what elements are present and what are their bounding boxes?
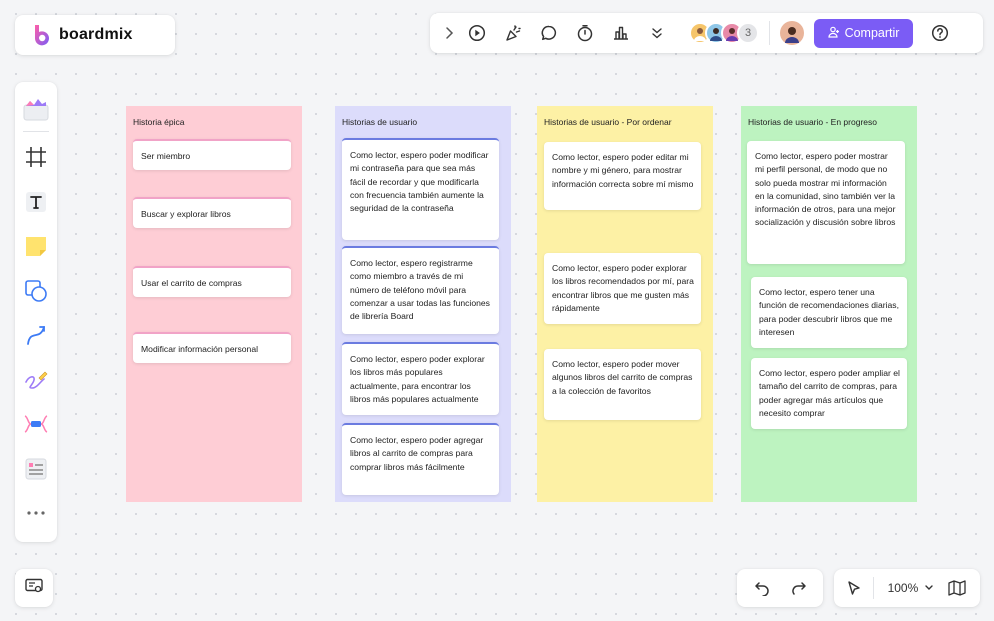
card-text: Modificar información personal [141, 344, 259, 354]
column-title: Historias de usuario - En progreso [748, 117, 877, 127]
card-text: Como lector, espero poder agregar libros… [350, 435, 484, 472]
card[interactable]: Buscar y explorar libros [133, 197, 291, 228]
share-user-icon [827, 26, 840, 41]
help-icon[interactable] [925, 18, 955, 48]
card[interactable]: Modificar información personal [133, 332, 291, 363]
card[interactable]: Usar el carrito de compras [133, 266, 291, 297]
select-cursor-icon[interactable] [842, 573, 867, 603]
column-to-sort[interactable]: Historias de usuario - Por ordenar Como … [537, 106, 713, 502]
vote-icon[interactable] [606, 18, 636, 48]
current-user-avatar[interactable] [780, 21, 804, 45]
card-text: Como lector, espero poder mover algunos … [552, 359, 693, 396]
card[interactable]: Como lector, espero tener una función de… [751, 277, 907, 348]
column-title: Historia épica [133, 117, 185, 127]
card[interactable]: Como lector, espero poder mostrar mi per… [747, 141, 905, 264]
app-name: boardmix [59, 26, 133, 43]
play-icon[interactable] [462, 18, 492, 48]
toolbar-divider [872, 577, 874, 599]
mindmap-icon[interactable] [15, 402, 57, 447]
card-text: Como lector, espero poder editar mi nomb… [552, 152, 694, 189]
list-card-icon[interactable] [15, 447, 57, 492]
redo-icon[interactable] [784, 573, 814, 603]
card[interactable]: Como lector, espero poder agregar libros… [342, 423, 499, 495]
card-text: Como lector, espero registrarme como mie… [350, 258, 490, 322]
card[interactable]: Como lector, espero poder modificar mi c… [342, 138, 499, 240]
top-toolbar: 3 Compartir [430, 13, 983, 53]
chevron-down-icon[interactable] [924, 584, 934, 592]
templates-icon[interactable] [15, 90, 57, 128]
chevron-right-icon[interactable] [441, 18, 457, 48]
card-text: Como lector, espero poder ampliar el tam… [759, 368, 900, 418]
present-icon[interactable] [25, 578, 43, 599]
card-text: Ser miembro [141, 151, 191, 161]
column-epic[interactable]: Historia épica Ser miembro Buscar y expl… [126, 106, 302, 502]
history-panel [737, 569, 823, 607]
card-text: Como lector, espero poder modificar mi c… [350, 150, 489, 214]
collaborator-avatars[interactable]: 3 [689, 22, 759, 44]
card-text: Como lector, espero poder explorar los l… [350, 354, 485, 404]
toolbar-divider [23, 131, 49, 132]
column-title: Historias de usuario [342, 117, 418, 127]
logo-panel[interactable]: boardmix [15, 15, 175, 55]
celebrate-icon[interactable] [498, 18, 528, 48]
undo-icon[interactable] [747, 573, 777, 603]
comment-icon[interactable] [534, 18, 564, 48]
card[interactable]: Como lector, espero registrarme como mie… [342, 246, 499, 334]
shape-icon[interactable] [15, 269, 57, 314]
present-panel[interactable] [15, 569, 53, 607]
connector-icon[interactable] [15, 313, 57, 358]
zoom-level[interactable]: 100% [888, 581, 919, 595]
left-toolbar [15, 82, 57, 542]
card-text: Como lector, espero poder mostrar mi per… [755, 151, 896, 228]
card-text: Como lector, espero poder explorar los l… [552, 263, 694, 313]
column-user-stories[interactable]: Historias de usuario Como lector, espero… [335, 106, 511, 502]
share-button[interactable]: Compartir [814, 18, 913, 48]
frame-icon[interactable] [15, 135, 57, 180]
card-text: Como lector, espero tener una función de… [759, 287, 899, 337]
toolbar-divider [769, 21, 770, 45]
card[interactable]: Como lector, espero poder explorar los l… [342, 342, 499, 415]
more-icon[interactable] [15, 491, 57, 536]
timer-icon[interactable] [570, 18, 600, 48]
sticky-note-icon[interactable] [15, 224, 57, 269]
more-down-icon[interactable] [642, 18, 672, 48]
zoom-panel: 100% [834, 569, 980, 607]
card[interactable]: Como lector, espero poder mover algunos … [544, 349, 701, 420]
card-text: Usar el carrito de compras [141, 278, 242, 288]
boardmix-logo-icon [33, 24, 51, 46]
map-icon[interactable] [944, 573, 969, 603]
card[interactable]: Ser miembro [133, 139, 291, 170]
card-text: Buscar y explorar libros [141, 209, 231, 219]
collaborators-count[interactable]: 3 [737, 22, 759, 44]
column-in-progress[interactable]: Historias de usuario - En progreso Como … [741, 106, 917, 502]
card[interactable]: Como lector, espero poder ampliar el tam… [751, 358, 907, 429]
card[interactable]: Como lector, espero poder explorar los l… [544, 253, 701, 324]
text-icon[interactable] [15, 180, 57, 225]
share-label: Compartir [844, 26, 900, 40]
column-title: Historias de usuario - Por ordenar [544, 117, 672, 127]
pen-icon[interactable] [15, 358, 57, 403]
card[interactable]: Como lector, espero poder editar mi nomb… [544, 142, 701, 210]
